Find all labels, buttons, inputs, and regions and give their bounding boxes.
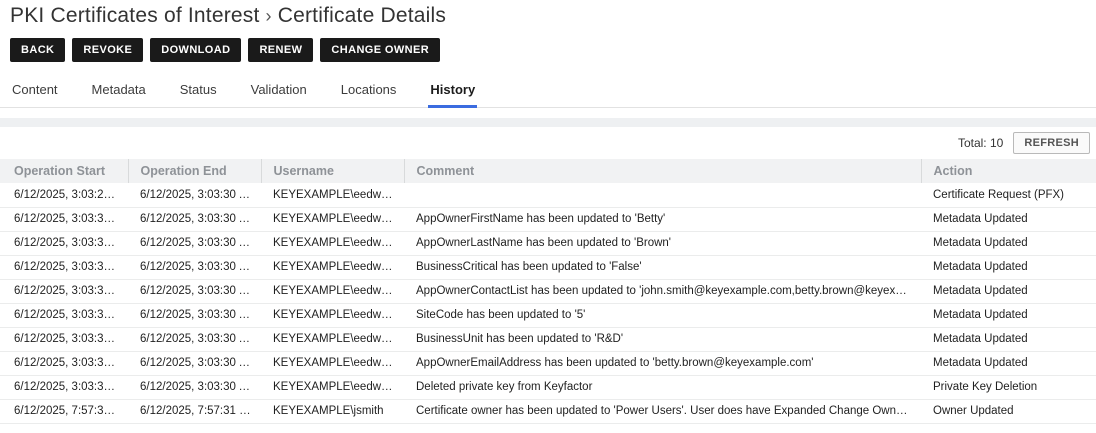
cell-action: Metadata Updated <box>921 255 1096 279</box>
tab-validation[interactable]: Validation <box>249 76 309 107</box>
cell-username: KEYEXAMPLE\eedwards <box>261 183 404 207</box>
table-row[interactable]: 6/12/2025, 3:03:30 AM 6/12/2025, 3:03:30… <box>0 207 1096 231</box>
column-header-username[interactable]: Username <box>261 159 404 183</box>
column-header-action[interactable]: Action <box>921 159 1096 183</box>
cell-operation-start: 6/12/2025, 3:03:30 AM <box>0 327 128 351</box>
cell-comment <box>404 183 921 207</box>
cell-operation-end: 6/12/2025, 3:03:30 AM <box>128 351 261 375</box>
change-owner-button[interactable]: CHANGE OWNER <box>320 38 440 62</box>
cell-operation-start: 6/12/2025, 3:03:30 AM <box>0 207 128 231</box>
tab-metadata[interactable]: Metadata <box>90 76 148 107</box>
cell-username: KEYEXAMPLE\eedwards <box>261 375 404 399</box>
cell-username: KEYEXAMPLE\eedwards <box>261 303 404 327</box>
back-button[interactable]: BACK <box>10 38 65 62</box>
cell-username: KEYEXAMPLE\eedwards <box>261 351 404 375</box>
cell-action: Metadata Updated <box>921 231 1096 255</box>
cell-operation-start: 6/12/2025, 7:57:31 PM <box>0 399 128 423</box>
tab-content[interactable]: Content <box>10 76 60 107</box>
cell-username: KEYEXAMPLE\eedwards <box>261 255 404 279</box>
column-header-operation-end[interactable]: Operation End <box>128 159 261 183</box>
cell-action: Private Key Deletion <box>921 375 1096 399</box>
cell-operation-start: 6/12/2025, 3:03:30 AM <box>0 231 128 255</box>
table-row[interactable]: 6/12/2025, 3:03:30 AM 6/12/2025, 3:03:30… <box>0 327 1096 351</box>
table-row[interactable]: 6/12/2025, 3:03:30 AM 6/12/2025, 3:03:30… <box>0 303 1096 327</box>
cell-action: Owner Updated <box>921 399 1096 423</box>
cell-action: Certificate Request (PFX) <box>921 183 1096 207</box>
page-title: PKI Certificates of Interest›Certificate… <box>10 4 1086 28</box>
cell-comment: AppOwnerEmailAddress has been updated to… <box>404 351 921 375</box>
cell-action: Metadata Updated <box>921 207 1096 231</box>
breadcrumb-separator-icon: › <box>260 6 278 26</box>
cell-comment: AppOwnerFirstName has been updated to 'B… <box>404 207 921 231</box>
table-row[interactable]: 6/12/2025, 3:03:30 AM 6/12/2025, 3:03:30… <box>0 255 1096 279</box>
grid-top-bar <box>0 118 1096 127</box>
cell-operation-start: 6/12/2025, 3:03:30 AM <box>0 303 128 327</box>
tab-status[interactable]: Status <box>178 76 219 107</box>
cell-action: Metadata Updated <box>921 327 1096 351</box>
table-row[interactable]: 6/12/2025, 3:03:30 AM 6/12/2025, 3:03:30… <box>0 231 1096 255</box>
cell-operation-end: 6/12/2025, 3:03:30 AM <box>128 279 261 303</box>
revoke-button[interactable]: REVOKE <box>72 38 143 62</box>
tab-history[interactable]: History <box>428 76 477 107</box>
tab-locations[interactable]: Locations <box>339 76 399 107</box>
grid-controls: Total: 10 REFRESH <box>0 130 1096 156</box>
cell-operation-start: 6/12/2025, 3:03:29 AM <box>0 183 128 207</box>
cell-operation-end: 6/12/2025, 3:03:30 AM <box>128 375 261 399</box>
download-button[interactable]: DOWNLOAD <box>150 38 241 62</box>
history-table-body: 6/12/2025, 3:03:29 AM 6/12/2025, 3:03:30… <box>0 183 1096 423</box>
cell-comment: Certificate owner has been updated to 'P… <box>404 399 921 423</box>
cell-comment: BusinessUnit has been updated to 'R&D' <box>404 327 921 351</box>
total-count-label: Total: 10 <box>958 136 1003 150</box>
action-toolbar: BACK REVOKE DOWNLOAD RENEW CHANGE OWNER <box>0 28 1096 62</box>
cell-comment: BusinessCritical has been updated to 'Fa… <box>404 255 921 279</box>
history-table-header: Operation Start Operation End Username C… <box>0 159 1096 183</box>
renew-button[interactable]: RENEW <box>248 38 313 62</box>
cell-comment: SiteCode has been updated to '5' <box>404 303 921 327</box>
refresh-button[interactable]: REFRESH <box>1013 132 1090 154</box>
cell-username: KEYEXAMPLE\eedwards <box>261 327 404 351</box>
page-header: PKI Certificates of Interest›Certificate… <box>0 0 1096 28</box>
cell-comment: Deleted private key from Keyfactor <box>404 375 921 399</box>
cell-operation-start: 6/12/2025, 3:03:30 AM <box>0 255 128 279</box>
table-row[interactable]: 6/12/2025, 3:03:30 AM 6/12/2025, 3:03:30… <box>0 375 1096 399</box>
column-header-operation-start[interactable]: Operation Start <box>0 159 128 183</box>
detail-tabs: Content Metadata Status Validation Locat… <box>0 76 1096 108</box>
cell-username: KEYEXAMPLE\eedwards <box>261 279 404 303</box>
table-row[interactable]: 6/12/2025, 3:03:30 AM 6/12/2025, 3:03:30… <box>0 351 1096 375</box>
cell-operation-start: 6/12/2025, 3:03:30 AM <box>0 279 128 303</box>
cell-operation-end: 6/12/2025, 3:03:30 AM <box>128 255 261 279</box>
cell-operation-end: 6/12/2025, 3:03:30 AM <box>128 231 261 255</box>
cell-action: Metadata Updated <box>921 351 1096 375</box>
cell-action: Metadata Updated <box>921 279 1096 303</box>
cell-operation-end: 6/12/2025, 3:03:30 AM <box>128 207 261 231</box>
table-row[interactable]: 6/12/2025, 7:57:31 PM 6/12/2025, 7:57:31… <box>0 399 1096 423</box>
cell-username: KEYEXAMPLE\eedwards <box>261 207 404 231</box>
table-row[interactable]: 6/12/2025, 3:03:29 AM 6/12/2025, 3:03:30… <box>0 183 1096 207</box>
column-header-comment[interactable]: Comment <box>404 159 921 183</box>
cell-comment: AppOwnerLastName has been updated to 'Br… <box>404 231 921 255</box>
cell-operation-start: 6/12/2025, 3:03:30 AM <box>0 351 128 375</box>
breadcrumb-secondary: Certificate Details <box>278 4 446 27</box>
cell-comment: AppOwnerContactList has been updated to … <box>404 279 921 303</box>
cell-operation-end: 6/12/2025, 3:03:30 AM <box>128 303 261 327</box>
breadcrumb-primary: PKI Certificates of Interest <box>10 4 260 27</box>
table-row[interactable]: 6/12/2025, 3:03:30 AM 6/12/2025, 3:03:30… <box>0 279 1096 303</box>
cell-action: Metadata Updated <box>921 303 1096 327</box>
cell-operation-end: 6/12/2025, 3:03:30 AM <box>128 183 261 207</box>
cell-operation-end: 6/12/2025, 7:57:31 PM <box>128 399 261 423</box>
history-table: Operation Start Operation End Username C… <box>0 159 1096 424</box>
cell-operation-start: 6/12/2025, 3:03:30 AM <box>0 375 128 399</box>
cell-username: KEYEXAMPLE\jsmith <box>261 399 404 423</box>
cell-username: KEYEXAMPLE\eedwards <box>261 231 404 255</box>
cell-operation-end: 6/12/2025, 3:03:30 AM <box>128 327 261 351</box>
